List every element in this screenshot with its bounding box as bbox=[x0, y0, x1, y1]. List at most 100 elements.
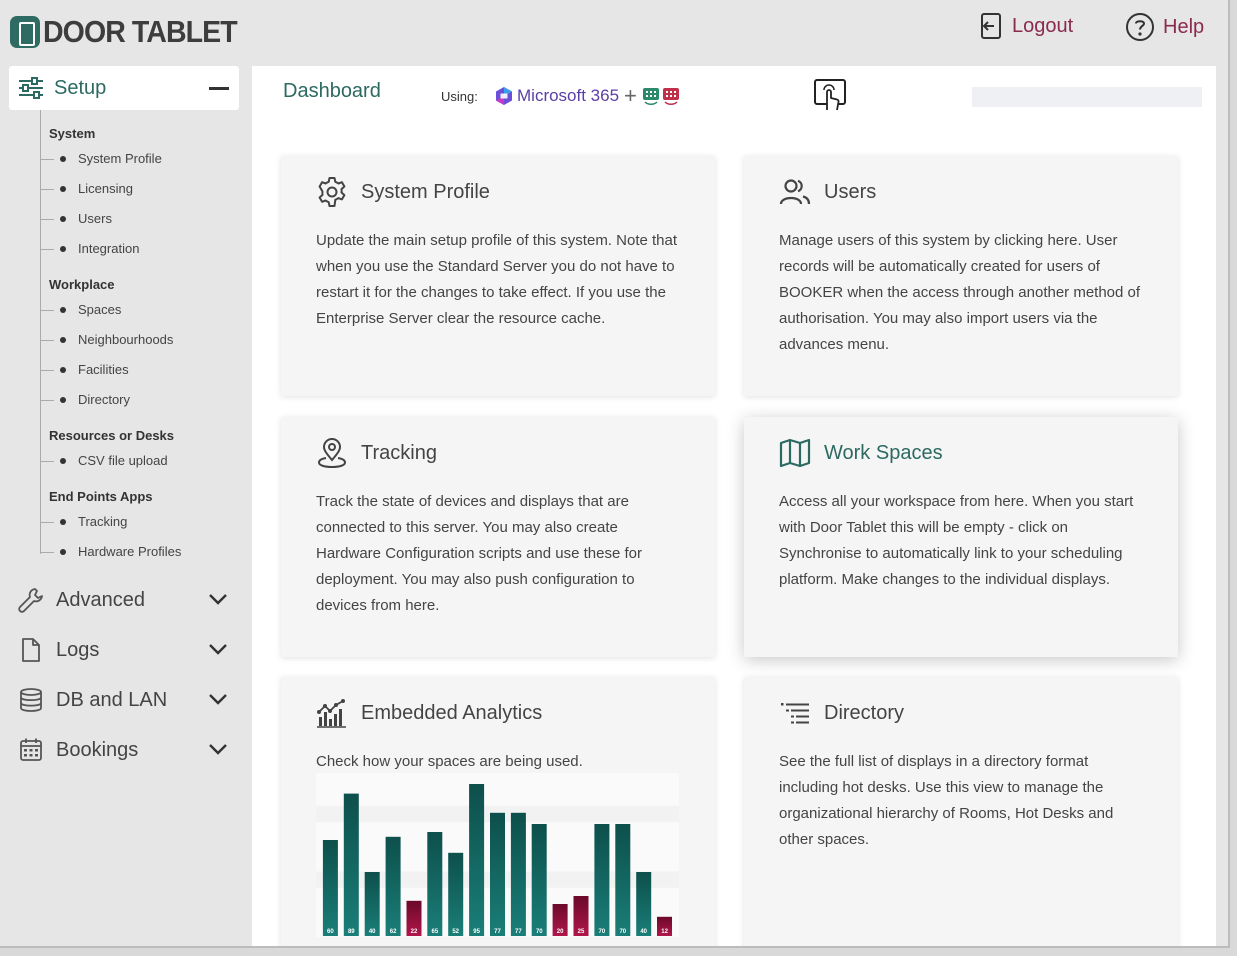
card-system-profile[interactable]: System Profile Update the main setup pro… bbox=[281, 156, 715, 396]
sidebar-item-hardware-profiles[interactable]: Hardware Profiles bbox=[39, 544, 182, 559]
file-icon bbox=[22, 638, 40, 662]
list-icon bbox=[781, 703, 809, 724]
sidebar-item-spaces[interactable]: Spaces bbox=[39, 302, 122, 317]
map-icon bbox=[779, 438, 811, 468]
chart-bar bbox=[510, 812, 526, 936]
page-title: Dashboard bbox=[283, 80, 381, 102]
using-label: Using: bbox=[441, 89, 478, 104]
sidebar-item-facilities[interactable]: Facilities bbox=[40, 362, 129, 377]
logout-icon bbox=[981, 13, 1001, 39]
bullet-icon bbox=[60, 306, 66, 313]
sidebar-item-label: Integration bbox=[78, 241, 140, 256]
nav-db-lan[interactable]: DB and LAN bbox=[18, 685, 238, 715]
bullet-icon bbox=[60, 185, 66, 192]
bullet-icon bbox=[60, 336, 66, 343]
chart-data-label: 70 bbox=[599, 929, 606, 935]
sidebar-item-label: System Profile bbox=[78, 151, 162, 166]
card-tracking[interactable]: Tracking Track the state of devices and … bbox=[281, 417, 715, 657]
users-icon bbox=[779, 179, 811, 205]
tree-line bbox=[40, 110, 41, 554]
database-icon bbox=[20, 688, 42, 712]
sidebar: Setup System System Profile Licensing Us… bbox=[0, 66, 250, 946]
chart-grid-band bbox=[316, 773, 679, 790]
nav-label: DB and LAN bbox=[56, 688, 168, 711]
main-panel: Dashboard Using: Microsoft 365 + System … bbox=[252, 66, 1216, 946]
bullet-icon bbox=[60, 548, 66, 555]
card-header: Users bbox=[779, 176, 876, 208]
chart-data-label: 12 bbox=[661, 929, 668, 935]
chevron-down-icon bbox=[209, 744, 227, 755]
sidebar-item-label: CSV file upload bbox=[78, 453, 168, 468]
card-directory[interactable]: Directory See the full list of displays … bbox=[744, 677, 1178, 946]
logout-link[interactable]: Logout bbox=[980, 12, 1073, 40]
chart-bar bbox=[364, 872, 380, 936]
card-header: Tracking bbox=[316, 437, 437, 469]
sidebar-item-directory[interactable]: Directory bbox=[39, 392, 130, 407]
nav-bookings[interactable]: Bookings bbox=[18, 735, 238, 765]
microsoft-365-icon bbox=[496, 87, 512, 105]
chart-data-label: 40 bbox=[369, 929, 376, 935]
group-workplace: Workplace bbox=[49, 277, 115, 292]
touch-screen-icon[interactable] bbox=[813, 78, 847, 112]
platform-indicator: Microsoft 365 + bbox=[494, 83, 680, 108]
card-title: Users bbox=[824, 180, 877, 203]
help-label: Help bbox=[1163, 15, 1205, 38]
bullet-icon bbox=[60, 215, 66, 222]
chart-bar bbox=[385, 836, 401, 936]
card-description: Update the main setup profile of this sy… bbox=[316, 232, 678, 327]
sidebar-item-label: Users bbox=[78, 211, 112, 226]
card-users[interactable]: Users Manage users of this system by cli… bbox=[744, 156, 1178, 396]
chart-data-label: 70 bbox=[536, 929, 543, 935]
chart-data-label: 60 bbox=[327, 929, 334, 935]
chart-bar bbox=[531, 824, 547, 936]
chevron-down-icon bbox=[209, 694, 227, 705]
card-description: Track the state of devices and displays … bbox=[316, 493, 643, 614]
search-input[interactable] bbox=[972, 87, 1202, 107]
chart-data-label: 22 bbox=[411, 929, 418, 935]
card-header: Work Spaces bbox=[779, 437, 943, 469]
chevron-down-icon bbox=[209, 594, 227, 605]
nav-advanced[interactable]: Advanced bbox=[18, 585, 238, 615]
sidebar-item-integration[interactable]: Integration bbox=[39, 241, 140, 256]
plus-sign: + bbox=[624, 83, 637, 108]
collapse-minus-icon[interactable] bbox=[209, 87, 229, 90]
logo[interactable]: DOOR TABLET bbox=[10, 14, 254, 50]
bullet-icon bbox=[60, 518, 66, 525]
card-embedded-analytics[interactable]: Embedded Analytics Check how your spaces… bbox=[281, 677, 715, 946]
setup-label: Setup bbox=[54, 76, 107, 99]
sidebar-item-label: Spaces bbox=[78, 302, 122, 317]
card-description: Check how your spaces are being used. bbox=[316, 753, 583, 770]
nav-logs[interactable]: Logs bbox=[18, 635, 238, 665]
card-title: System Profile bbox=[361, 180, 490, 203]
sidebar-item-neighbourhoods[interactable]: Neighbourhoods bbox=[39, 332, 174, 347]
setup-menu-header[interactable]: Setup bbox=[9, 66, 239, 110]
sidebar-item-label: Neighbourhoods bbox=[78, 332, 174, 347]
sidebar-item-csv-upload[interactable]: CSV file upload bbox=[40, 453, 168, 468]
sidebar-item-users[interactable]: Users bbox=[40, 211, 112, 226]
wrench-icon bbox=[18, 588, 43, 613]
app-window: DOOR TABLET Logout Help Setup System Sys… bbox=[0, 0, 1230, 948]
card-title: Tracking bbox=[361, 441, 437, 464]
bullet-icon bbox=[60, 457, 66, 464]
bullet-icon bbox=[60, 396, 66, 403]
sidebar-item-label: Tracking bbox=[78, 514, 128, 529]
sliders-icon bbox=[19, 77, 43, 99]
chart-data-label: 89 bbox=[348, 929, 355, 935]
chart-bar bbox=[636, 872, 652, 936]
card-work-spaces[interactable]: Work Spaces Access all your workspace fr… bbox=[744, 417, 1178, 657]
card-description: See the full list of displays in a direc… bbox=[779, 753, 1114, 848]
sidebar-item-licensing[interactable]: Licensing bbox=[40, 181, 133, 196]
chart-bar bbox=[615, 824, 631, 936]
logo-text: DOOR TABLET bbox=[43, 14, 238, 49]
sidebar-item-label: Hardware Profiles bbox=[78, 544, 182, 559]
chart-data-label: 62 bbox=[390, 929, 397, 935]
chart-bar bbox=[322, 840, 338, 936]
nav-label: Advanced bbox=[56, 588, 145, 611]
sidebar-item-tracking[interactable]: Tracking bbox=[39, 514, 128, 529]
help-link[interactable]: Help bbox=[1125, 12, 1204, 42]
chart-data-label: 77 bbox=[515, 929, 522, 935]
sidebar-item-system-profile[interactable]: System Profile bbox=[40, 151, 162, 166]
logout-label: Logout bbox=[1012, 14, 1074, 37]
display-green-icon bbox=[642, 88, 659, 105]
nav-label: Bookings bbox=[56, 738, 139, 761]
